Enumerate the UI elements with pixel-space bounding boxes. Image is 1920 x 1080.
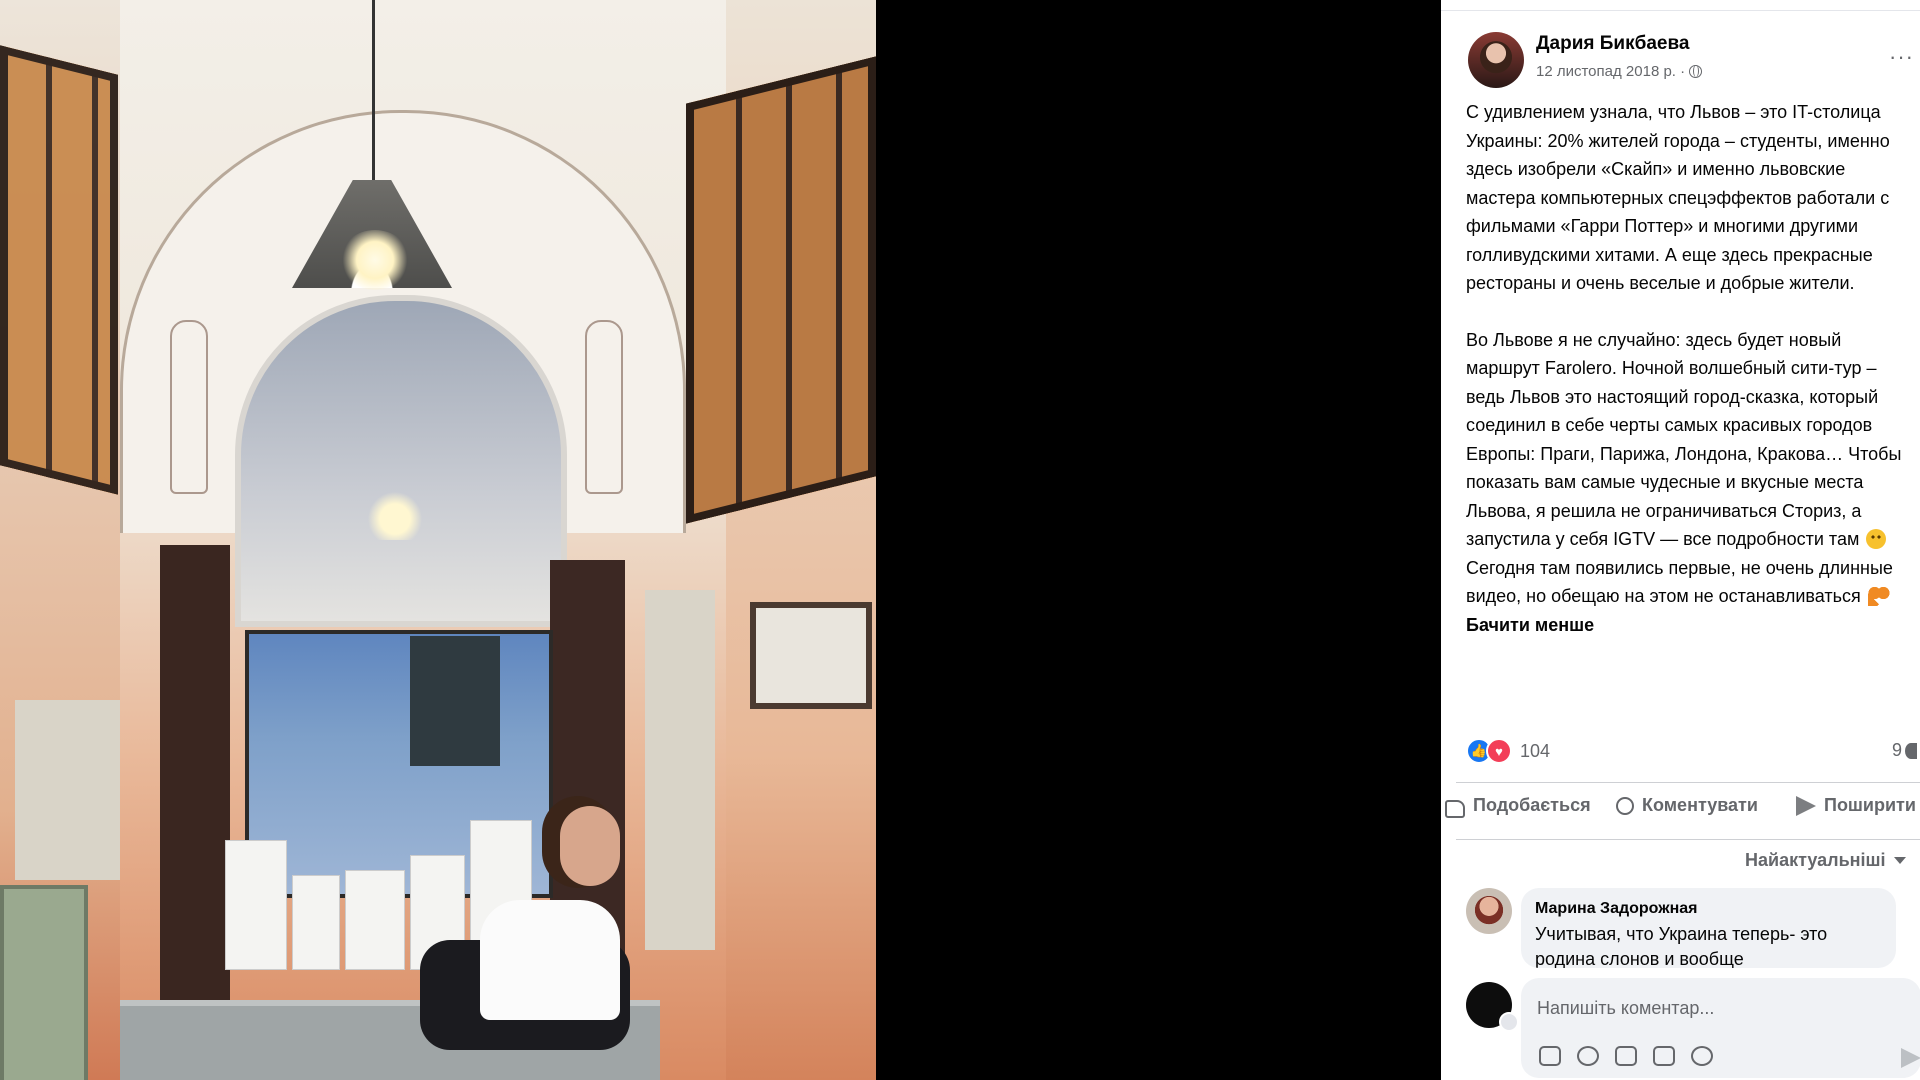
share-arrow-icon (1796, 795, 1816, 816)
smile-emoji-icon (1866, 529, 1887, 549)
comment-bubble-icon (1616, 796, 1634, 815)
commenter-avatar[interactable] (1466, 888, 1512, 934)
comments-count-value: 9 (1892, 740, 1903, 760)
photo-paper-house (225, 840, 287, 970)
camera-icon[interactable] (1615, 1046, 1637, 1066)
author-avatar[interactable] (1468, 32, 1524, 88)
share-button-label: Поширити (1824, 795, 1916, 815)
photo-lamp-cord (372, 0, 375, 185)
photo-wall-figure (585, 320, 623, 494)
post-panel: Дария Бикбаева 12 листопад 2018 р. · ···… (1441, 0, 1920, 1080)
commenter-name[interactable]: Марина Задорожная (1535, 900, 1697, 918)
composer-tools (1539, 1046, 1713, 1066)
photo-poster (410, 636, 500, 766)
post-date-row: 12 листопад 2018 р. · (1536, 63, 1703, 80)
panel-top-border (1441, 0, 1920, 11)
comment-composer (1521, 978, 1920, 1078)
photo-lattice-left (0, 45, 118, 495)
post-date[interactable]: 12 листопад 2018 р. · (1536, 63, 1685, 80)
photo-lattice-right (686, 56, 876, 524)
photo-lamp-glow (340, 230, 410, 290)
post-actions: Подобається Коментувати Поширити (1441, 795, 1920, 827)
thumbs-up-icon (1445, 799, 1465, 818)
photo-certificate-frame (750, 602, 872, 709)
post-photo[interactable] (0, 0, 876, 1080)
love-reaction-icon: ♥ (1486, 738, 1512, 764)
photo-stone (15, 700, 120, 880)
photo-wall-figure (170, 320, 208, 494)
sticker-icon[interactable] (1539, 1046, 1561, 1066)
sticker-face-icon[interactable] (1691, 1046, 1713, 1066)
post-paragraph-text: Сегодня там появились первые, не очень д… (1466, 557, 1898, 607)
photo-paper-house (345, 870, 405, 970)
photo-person-head (560, 806, 620, 886)
comment-text: Учитывая, что Украина теперь- это родина… (1535, 924, 1828, 968)
comment-button[interactable]: Коментувати (1616, 795, 1758, 816)
orange-heart-emoji-icon (1867, 586, 1890, 606)
emoji-icon[interactable] (1577, 1046, 1599, 1066)
photo-window-arch (235, 295, 567, 627)
divider (1456, 839, 1920, 840)
post-paragraph: С удивлением узнала, что Львов – это IT-… (1466, 102, 1895, 293)
photo-shutter-left (160, 545, 230, 1015)
reactions-summary[interactable]: 👍 ♥ 104 (1466, 738, 1550, 764)
post-paragraph: Во Львове я не случайно: здесь будет нов… (1466, 326, 1910, 640)
author-name[interactable]: Дария Бикбаева (1536, 33, 1689, 55)
comment-sort-label: Найактуальніші (1745, 850, 1886, 870)
post-paragraph-text: Во Львове я не случайно: здесь будет нов… (1466, 329, 1907, 550)
globe-icon (1689, 65, 1703, 78)
photo-green-door (0, 885, 88, 1080)
share-button[interactable]: Поширити (1796, 795, 1916, 816)
photo-paper-house (292, 875, 340, 970)
gif-icon[interactable] (1653, 1046, 1675, 1066)
send-icon[interactable] (1901, 1048, 1920, 1068)
divider (1456, 782, 1920, 783)
chevron-down-icon (1893, 857, 1906, 864)
account-switch-badge[interactable] (1499, 1012, 1519, 1032)
comment-count-icon (1905, 742, 1918, 759)
like-button-label: Подобається (1473, 795, 1591, 815)
comments-count[interactable]: 9 (1892, 740, 1918, 761)
comment-sort-dropdown[interactable]: Найактуальніші (1745, 850, 1906, 871)
comment-input[interactable] (1535, 992, 1899, 1024)
like-button[interactable]: Подобається (1445, 795, 1591, 818)
photo-person-shirt (480, 900, 620, 1020)
photo-small-lamp (360, 470, 430, 540)
comment-button-label: Коментувати (1642, 795, 1758, 815)
more-options-button[interactable]: ··· (1889, 44, 1914, 70)
comment-bubble: Марина Задорожная Учитывая, что Украина … (1521, 888, 1896, 968)
reactions-count: 104 (1520, 740, 1551, 761)
see-less-link[interactable]: Бачити менше (1466, 615, 1594, 635)
photo-stone (645, 590, 715, 950)
post-body: С удивлением узнала, что Львов – это IT-… (1466, 98, 1910, 667)
